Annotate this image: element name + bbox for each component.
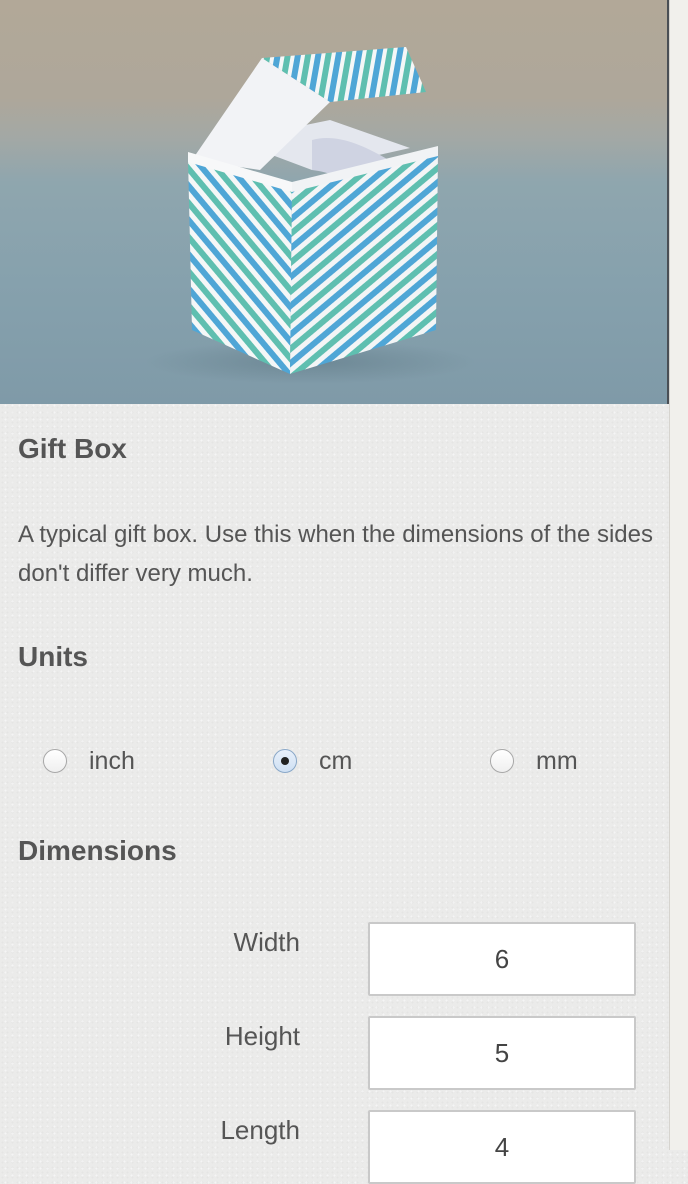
- dimensions-heading: Dimensions: [18, 835, 177, 866]
- height-input[interactable]: 5: [368, 1016, 636, 1090]
- unit-option-inch[interactable]: inch: [43, 744, 135, 778]
- radio-unselected-icon[interactable]: [43, 749, 67, 773]
- unit-label: mm: [536, 746, 578, 775]
- unit-label: cm: [319, 746, 353, 775]
- length-input[interactable]: 4: [368, 1110, 636, 1184]
- height-label: Height: [224, 1021, 300, 1051]
- units-heading: Units: [18, 641, 88, 672]
- gift-box-photo: [0, 0, 669, 404]
- radio-selected-icon[interactable]: [273, 749, 297, 773]
- product-title: Gift Box: [18, 433, 127, 464]
- radio-unselected-icon[interactable]: [490, 749, 514, 773]
- unit-label: inch: [89, 746, 135, 775]
- gift-box-illustration: [145, 47, 475, 384]
- width-label: Width: [233, 927, 300, 957]
- unit-option-cm[interactable]: cm: [273, 744, 352, 778]
- unit-option-mm[interactable]: mm: [490, 744, 578, 778]
- product-description: A typical gift box. Use this when the di…: [18, 521, 654, 587]
- length-label: Length: [220, 1115, 300, 1145]
- side-panel-edge: [669, 0, 688, 1150]
- width-input[interactable]: 6: [368, 922, 636, 996]
